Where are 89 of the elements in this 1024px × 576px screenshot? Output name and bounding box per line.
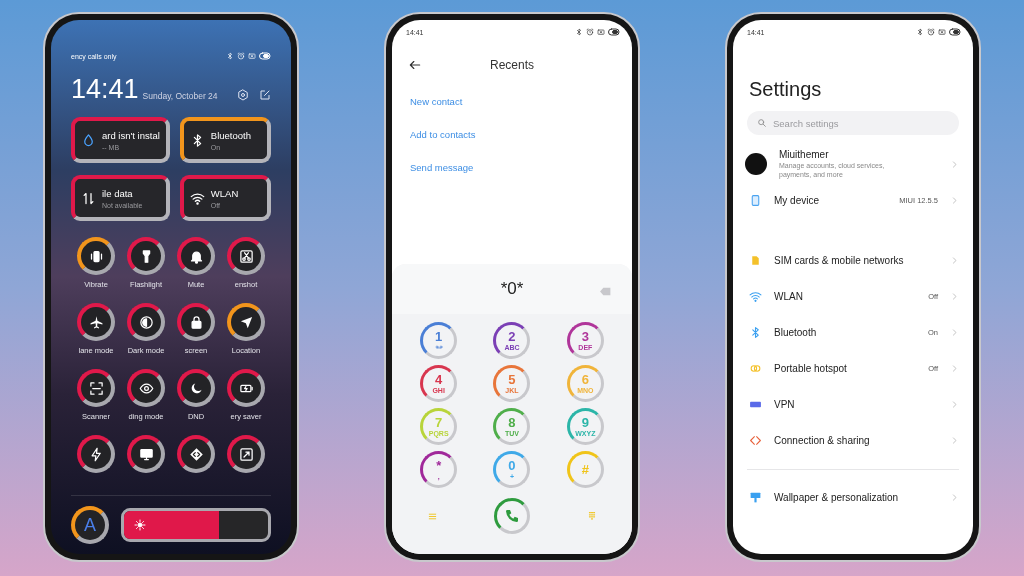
eye-icon (138, 380, 154, 396)
settings-item[interactable]: VPN (733, 386, 973, 423)
toggle-button[interactable] (177, 237, 215, 275)
toggle-button[interactable] (77, 303, 115, 341)
battery-icon (608, 26, 620, 38)
up-down-arrows-icon (81, 190, 96, 206)
water-drop-icon (81, 132, 96, 148)
search-field[interactable]: Search settings (747, 111, 959, 135)
chevron-right-icon (950, 196, 959, 205)
toggle-button[interactable] (127, 369, 165, 407)
edit-icon (259, 89, 271, 101)
resize-icon (238, 446, 254, 462)
paint-brush-icon (749, 491, 762, 504)
bluetooth-icon (749, 326, 762, 339)
phone-vibrate-icon (88, 248, 104, 264)
call-button[interactable] (494, 498, 530, 534)
search-icon (757, 118, 767, 128)
airplane-icon (88, 314, 104, 330)
account-name: Miuithemer (779, 149, 830, 160)
settings-item[interactable]: SIM cards & mobile networks (733, 242, 973, 279)
card-title: WLAN (210, 187, 239, 199)
sim-card-icon (597, 28, 605, 36)
alarm-clock-icon (927, 28, 935, 36)
chevron-right-icon (950, 493, 959, 502)
auto-brightness-button[interactable]: A (71, 506, 109, 544)
contrast-icon (138, 314, 154, 330)
card-title: Bluetooth (210, 129, 251, 141)
bluetooth-icon (575, 28, 583, 36)
settings-icon (237, 89, 249, 101)
phone-icon (504, 508, 520, 524)
card-title: ard isn't instal (102, 129, 160, 141)
screenshot-icon (238, 248, 254, 264)
diamond-arrows-icon (188, 446, 204, 462)
action-link[interactable]: New contact (410, 96, 463, 107)
chevron-right-icon (950, 256, 959, 265)
screen-title: Recents (489, 58, 535, 72)
toggle-button[interactable] (77, 435, 115, 473)
chevron-right-icon (950, 400, 959, 409)
chevron-right-icon (950, 364, 959, 373)
card-title: ile data (102, 187, 134, 199)
diamond-arrows-icon (749, 434, 762, 447)
alarm-clock-icon (237, 52, 245, 60)
avatar (745, 153, 767, 176)
scanner-icon (88, 380, 104, 396)
wifi-icon (749, 290, 762, 303)
phone-outline-icon (749, 194, 762, 207)
back-arrow-icon (408, 58, 422, 72)
toggle-button[interactable] (227, 435, 265, 473)
toggle-button[interactable] (77, 237, 115, 275)
action-link[interactable]: Add to contacts (410, 129, 476, 140)
toggle-button[interactable] (227, 369, 265, 407)
bluetooth-icon (226, 52, 234, 60)
settings-item[interactable]: Wallpaper & personalization (747, 479, 959, 516)
sim-card-icon (248, 52, 256, 60)
action-link[interactable]: Send message (410, 162, 474, 173)
bluetooth-icon (916, 28, 924, 36)
chevron-right-icon (950, 328, 959, 337)
chevron-right-icon (950, 159, 959, 169)
chevron-right-icon (950, 436, 959, 445)
bell-icon (188, 248, 204, 264)
backspace-icon (599, 285, 612, 298)
toggle-button[interactable] (77, 369, 115, 407)
toggle-button[interactable] (127, 435, 165, 473)
date-text: Sunday, October 24 (142, 91, 219, 101)
battery-icon (259, 50, 271, 62)
monitor-icon (138, 446, 154, 462)
dial-key[interactable]: 1 (420, 322, 458, 359)
voicemail-icon (434, 343, 443, 351)
toggle-button[interactable] (227, 303, 265, 341)
toggle-button[interactable] (127, 237, 165, 275)
toggle-button[interactable] (177, 303, 215, 341)
toggle-button[interactable] (177, 435, 215, 473)
sun-icon (134, 519, 146, 531)
toggle-button[interactable] (227, 237, 265, 275)
sim-card-icon (749, 254, 762, 267)
chevron-right-icon (950, 292, 959, 301)
toggle-button[interactable] (177, 369, 215, 407)
settings-item[interactable]: Connection & sharing (733, 422, 973, 459)
brightness-slider[interactable] (121, 508, 271, 542)
dialed-number: *0* (500, 279, 524, 299)
battery-icon (949, 26, 961, 38)
alarm-clock-icon (586, 28, 594, 36)
toggle-button[interactable] (127, 303, 165, 341)
lock-icon (188, 314, 204, 330)
linked-rings-icon (749, 362, 762, 375)
clock-time: 14:41 (71, 76, 139, 103)
dialpad-icon (587, 511, 597, 521)
screen-title: Settings (748, 77, 823, 101)
sim-card-icon (938, 28, 946, 36)
